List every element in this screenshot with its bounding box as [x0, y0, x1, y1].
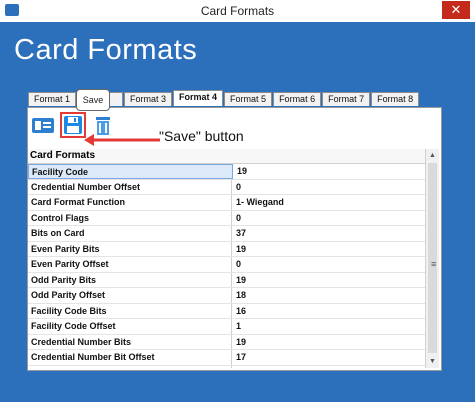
property-value[interactable]: 19 [233, 164, 247, 179]
annotation-arrow [84, 134, 160, 146]
table-row[interactable]: Issue Code Bits0 [28, 365, 425, 369]
property-value[interactable]: 17 [232, 350, 246, 365]
scrollbar[interactable]: ▲ ≡ ▼ [425, 149, 439, 368]
table-row[interactable]: Credential Number Offset 0 [28, 179, 425, 195]
property-name: Bits on Card [28, 226, 232, 241]
scroll-up-icon[interactable]: ▲ [426, 149, 439, 162]
table-row[interactable]: Credential Number Bits 19 [28, 334, 425, 350]
property-value[interactable]: 0 [232, 211, 241, 226]
grip-icon: ≡ [431, 259, 437, 269]
property-value[interactable]: 1 [232, 319, 241, 334]
table-row[interactable]: Card Format Function 1- Wiegand [28, 195, 425, 211]
tab-format-1[interactable]: Format 1 [28, 92, 77, 106]
title-bar: Card Formats ✕ [0, 0, 475, 23]
close-button[interactable]: ✕ [442, 1, 470, 19]
save-button[interactable] [60, 112, 86, 138]
grid-header: Card Formats [28, 149, 425, 164]
properties-grid: Card Formats Facility Code 19 Credential N… [28, 149, 425, 368]
property-name: Odd Parity Offset [28, 288, 232, 303]
table-row[interactable]: Facility Code Offset 1 [28, 319, 425, 335]
property-value[interactable]: 37 [232, 226, 246, 241]
tab-format-4[interactable]: Format 4 [173, 90, 224, 106]
property-value[interactable]: 19 [232, 335, 246, 350]
property-name: Credential Number Bits [28, 334, 232, 349]
table-row[interactable]: Control Flags 0 [28, 210, 425, 226]
table-row[interactable]: Even Parity Bits 19 [28, 241, 425, 257]
tab-format-5[interactable]: Format 5 [224, 92, 273, 106]
property-name: Credential Number Offset [28, 179, 232, 194]
page-title: Card Formats [14, 34, 198, 66]
table-row[interactable]: Odd Parity Offset 18 [28, 288, 425, 304]
property-value[interactable]: 19 [232, 273, 246, 288]
id-card-icon [32, 118, 54, 133]
table-row[interactable]: Bits on Card 37 [28, 226, 425, 242]
tab-format-3[interactable]: Format 3 [124, 92, 173, 106]
property-value[interactable]: 16 [232, 304, 246, 319]
property-name: Facility Code Bits [28, 303, 232, 318]
save-tooltip: Save [76, 89, 110, 111]
tab-format-8[interactable]: Format 8 [371, 92, 420, 106]
property-name: Even Parity Offset [28, 257, 232, 272]
property-name: Even Parity Bits [28, 241, 232, 256]
annotation-label: "Save" button [159, 128, 244, 144]
property-name: Facility Code [28, 164, 233, 179]
property-value[interactable]: 18 [232, 288, 246, 303]
property-value[interactable]: 19 [232, 242, 246, 257]
property-name: Control Flags [28, 210, 232, 225]
card-format-button[interactable] [30, 112, 56, 138]
property-name: Issue Code Bits [28, 365, 232, 368]
property-name: Facility Code Offset [28, 319, 232, 334]
tab-format-7[interactable]: Format 7 [322, 92, 371, 106]
property-name: Card Format Function [28, 195, 232, 210]
floppy-disk-icon [64, 116, 82, 134]
window-title: Card Formats [200, 4, 275, 18]
scroll-down-icon[interactable]: ▼ [426, 355, 439, 368]
property-value[interactable]: 1- Wiegand [232, 195, 284, 210]
property-value[interactable]: 0 [232, 257, 241, 272]
tab-format-6[interactable]: Format 6 [273, 92, 322, 106]
table-row[interactable]: Even Parity Offset 0 [28, 257, 425, 273]
property-value[interactable]: 0 [232, 180, 241, 195]
property-value[interactable]: 0 [232, 366, 241, 369]
property-name: Credential Number Bit Offset [28, 350, 232, 365]
table-row[interactable]: Facility Code 19 [28, 164, 425, 180]
table-row[interactable]: Odd Parity Bits 19 [28, 272, 425, 288]
scroll-thumb[interactable]: ≡ [428, 163, 437, 353]
table-row[interactable]: Credential Number Bit Offset 17 [28, 350, 425, 366]
property-name: Odd Parity Bits [28, 272, 232, 287]
table-row[interactable]: Facility Code Bits 16 [28, 303, 425, 319]
